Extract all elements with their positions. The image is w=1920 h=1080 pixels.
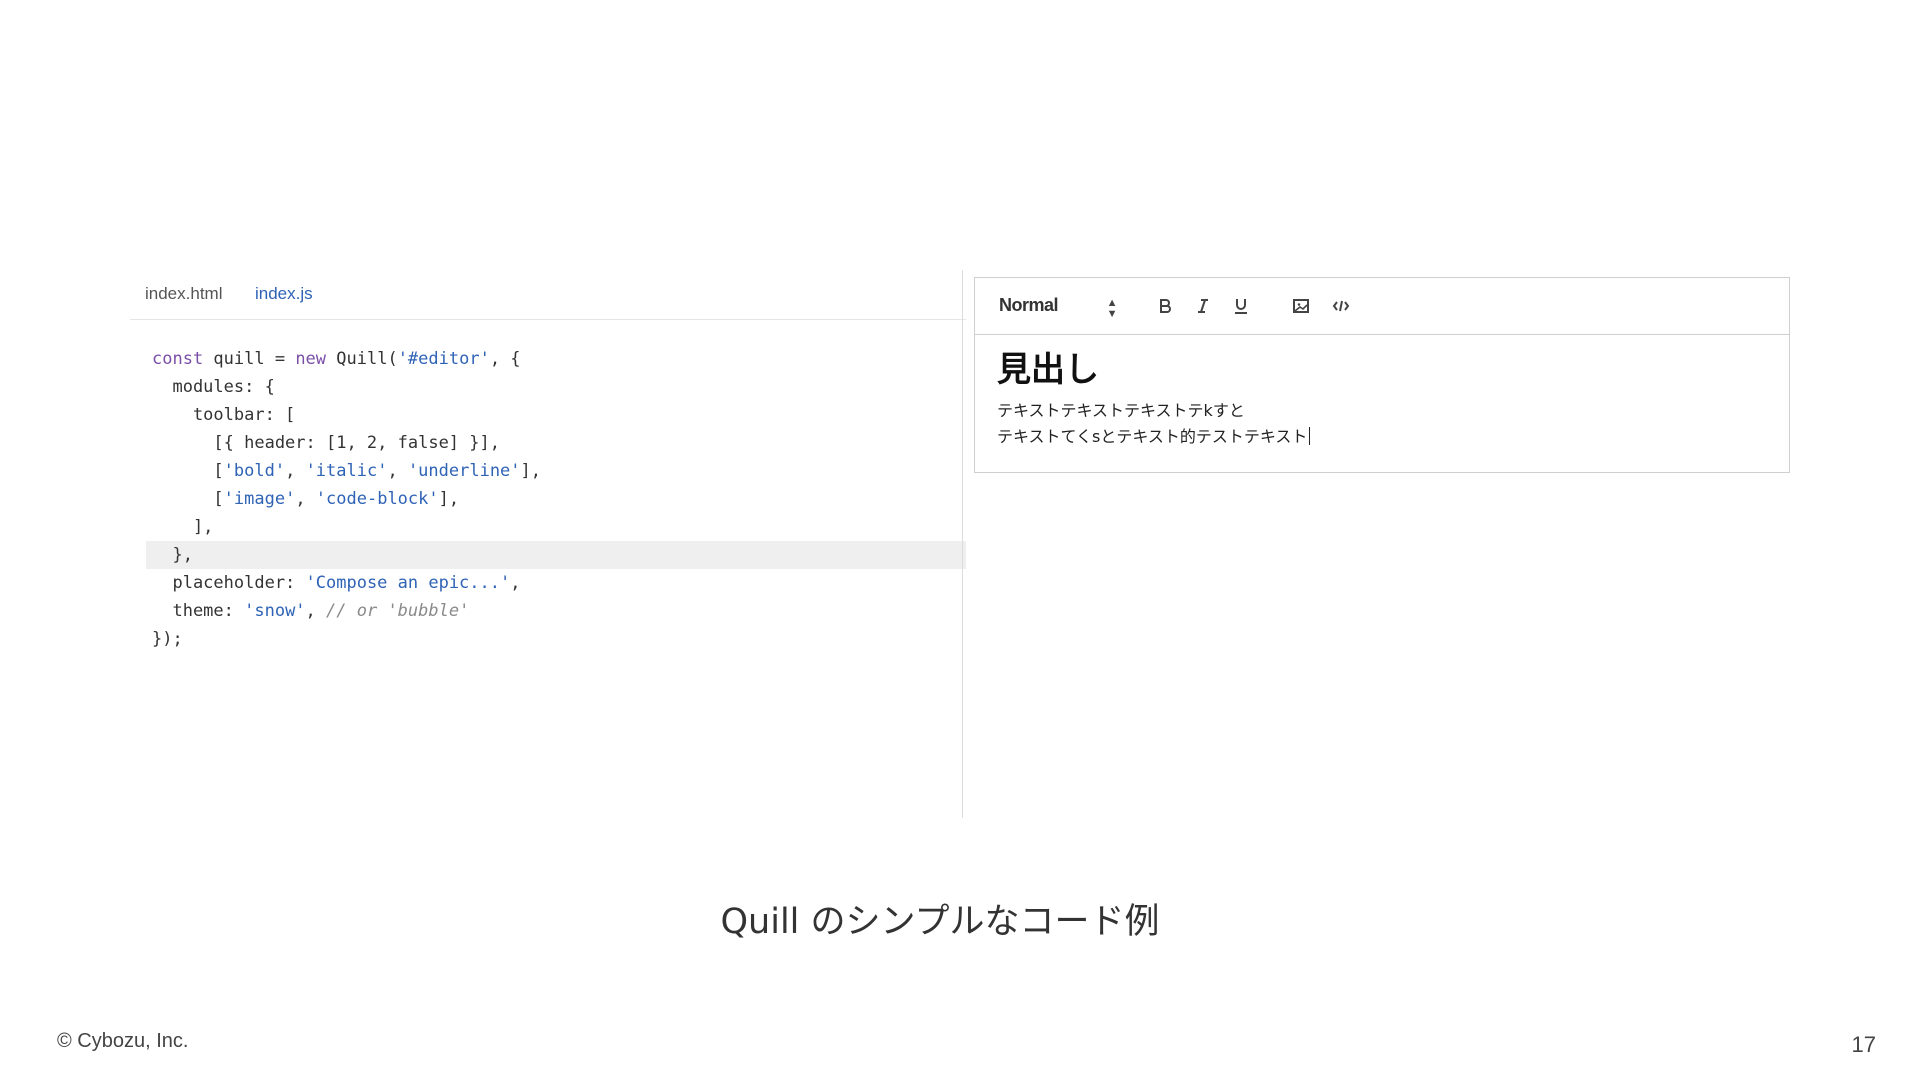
italic-button[interactable] xyxy=(1189,292,1217,320)
code-token: // or 'bubble' xyxy=(326,601,470,621)
editor-toolbar: Normal ▲ ▼ xyxy=(975,278,1789,335)
code-token: 'underline' xyxy=(407,461,521,481)
code-panel: index.html index.js const quill = new Qu… xyxy=(130,270,966,818)
code-token: 'code-block' xyxy=(315,489,439,509)
text-caret xyxy=(1309,427,1311,445)
code-token: , xyxy=(295,489,316,509)
code-token: , xyxy=(387,461,408,481)
code-token: modules: { xyxy=(152,377,275,397)
code-token: [ xyxy=(152,489,224,509)
code-line-text: placeholder: 'Compose an epic...', xyxy=(152,569,520,597)
editor-text-line-content: テキストてくsとテキスト的テストテキスト xyxy=(997,427,1308,446)
code-line: placeholder: 'Compose an epic...', xyxy=(130,569,966,597)
editor-text-line: テキストてくsとテキスト的テストテキスト xyxy=(997,424,1769,450)
code-token: placeholder: xyxy=(152,573,306,593)
italic-icon xyxy=(1198,299,1208,313)
header-format-value: Normal xyxy=(999,295,1059,315)
code-line: ['image', 'code-block'], xyxy=(130,485,966,513)
code-line: [{ header: [1, 2, false] }], xyxy=(130,429,966,457)
code-line-text: ], xyxy=(152,513,213,541)
code-token: [ xyxy=(152,461,224,481)
code-token: , { xyxy=(489,349,521,369)
code-line: }); xyxy=(130,625,966,653)
code-line: theme: 'snow', // or 'bubble' xyxy=(130,597,966,625)
code-block-icon xyxy=(1332,300,1350,312)
bold-icon xyxy=(1160,299,1171,313)
code-line-text: theme: 'snow', // or 'bubble' xyxy=(152,597,469,625)
code-token: Quill( xyxy=(326,349,398,369)
code-block: const quill = new Quill('#editor', { mod… xyxy=(130,345,966,653)
quill-editor: Normal ▲ ▼ 見出し テキストテキストテキストテkすと テキストてくsと… xyxy=(974,277,1790,473)
code-token: const xyxy=(152,349,204,369)
code-token: , xyxy=(285,461,306,481)
code-token: quill = xyxy=(203,349,296,369)
code-line: toolbar: [ xyxy=(130,401,966,429)
code-token: new xyxy=(295,349,327,369)
code-line: ['bold', 'italic', 'underline'], xyxy=(130,457,966,485)
code-token: toolbar: [ xyxy=(152,405,296,425)
code-token: , xyxy=(510,573,521,593)
code-token: 'italic' xyxy=(305,461,388,481)
code-token: [{ header: [1, 2, false] }], xyxy=(152,433,500,453)
slide: index.html index.js const quill = new Qu… xyxy=(0,0,1920,1080)
image-button[interactable] xyxy=(1287,292,1315,320)
slide-caption: Quill のシンプルなコード例 xyxy=(720,902,1160,942)
code-line: ], xyxy=(130,513,966,541)
code-line-text: const quill = new Quill('#editor', { xyxy=(152,345,521,373)
page-number: 17 xyxy=(1851,1032,1876,1057)
code-token: 'snow' xyxy=(244,601,306,621)
editor-text-line: テキストテキストテキストテkすと xyxy=(997,401,1245,420)
code-token: '#editor' xyxy=(397,349,490,369)
code-line-text: ['bold', 'italic', 'underline'], xyxy=(152,457,541,485)
code-line-text: ['image', 'code-block'], xyxy=(152,485,459,513)
code-line-text: toolbar: [ xyxy=(152,401,295,429)
code-token: , xyxy=(305,601,327,621)
code-token: 'Compose an epic...' xyxy=(305,573,511,593)
code-token: }); xyxy=(152,629,183,649)
copyright-text: © Cybozu, Inc. xyxy=(57,1030,189,1052)
code-line-text: }, xyxy=(152,541,193,569)
code-block-button[interactable] xyxy=(1327,292,1355,320)
editor-heading: 見出し xyxy=(997,350,1099,390)
editor-content[interactable]: 見出し テキストテキストテキストテkすと テキストてくsとテキスト的テストテキス… xyxy=(997,350,1769,450)
code-token: 'image' xyxy=(223,489,296,509)
code-line: const quill = new Quill('#editor', { xyxy=(130,345,966,373)
code-line: modules: { xyxy=(130,373,966,401)
code-token: theme: xyxy=(152,601,245,621)
code-token: ], xyxy=(152,517,214,537)
code-line-text: }); xyxy=(152,625,183,653)
tab-index-js[interactable]: index.js xyxy=(255,284,313,304)
code-token: }, xyxy=(152,545,193,565)
code-token: ], xyxy=(438,489,460,509)
code-token: ], xyxy=(520,461,542,481)
file-tabs: index.html index.js xyxy=(130,270,966,320)
header-format-select[interactable]: Normal ▲ ▼ xyxy=(999,295,1118,320)
underline-button[interactable] xyxy=(1227,292,1255,320)
bold-button[interactable] xyxy=(1151,292,1179,320)
underline-icon xyxy=(1235,299,1247,314)
code-token: 'bold' xyxy=(223,461,286,481)
panel-divider xyxy=(962,270,963,818)
code-line-text: [{ header: [1, 2, false] }], xyxy=(152,429,500,457)
code-line-text: modules: { xyxy=(152,373,275,401)
image-icon xyxy=(1293,299,1309,313)
select-arrows-icon: ▲ ▼ xyxy=(1106,297,1118,320)
tab-index-html[interactable]: index.html xyxy=(145,284,222,304)
code-line: }, xyxy=(146,541,966,569)
